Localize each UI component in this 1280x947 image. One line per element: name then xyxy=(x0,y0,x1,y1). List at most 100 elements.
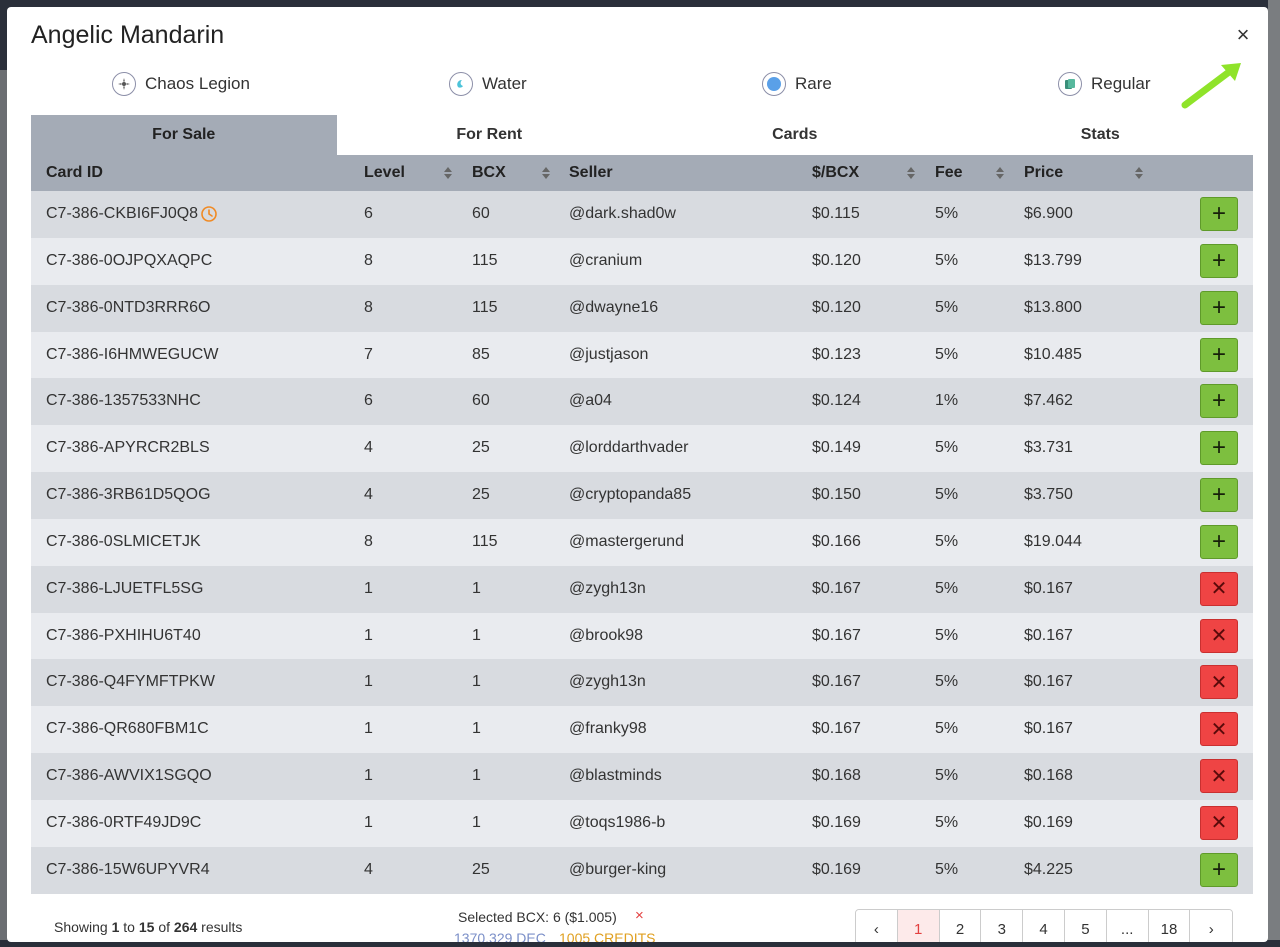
seller-cell-text: @dwayne16 xyxy=(569,298,659,316)
results-suffix: results xyxy=(197,919,243,935)
card-id-cell: C7-386-1357533NHC xyxy=(46,378,201,425)
add-to-cart-button[interactable]: + xyxy=(1200,478,1238,513)
seller-cell-text: @lorddarthvader xyxy=(569,439,689,457)
fee-cell-text: 5% xyxy=(935,532,959,550)
close-icon: ✕ xyxy=(1210,671,1228,694)
add-to-cart-button[interactable]: + xyxy=(1200,290,1238,325)
level-cell-text: 1 xyxy=(364,720,373,738)
remove-from-cart-button[interactable]: ✕ xyxy=(1200,805,1238,840)
seller-cell[interactable]: @justjason xyxy=(569,332,648,379)
level-cell-text: 1 xyxy=(364,673,373,691)
column-header-seller[interactable]: Seller xyxy=(569,155,613,191)
price-cell-text: $19.044 xyxy=(1024,532,1082,550)
price-cell: $4.225 xyxy=(1024,847,1073,894)
seller-cell[interactable]: @cranium xyxy=(569,238,642,285)
per-bcx-cell-text: $0.167 xyxy=(812,673,861,691)
sort-per-bcx-icon[interactable] xyxy=(906,166,916,180)
column-header-bcx[interactable]: BCX xyxy=(472,155,506,191)
seller-cell[interactable]: @zygh13n xyxy=(569,659,646,706)
seller-cell-text: @toqs1986-b xyxy=(569,813,666,831)
add-to-cart-button[interactable]: + xyxy=(1200,384,1238,419)
close-icon: ✕ xyxy=(1210,578,1228,601)
tab-for-rent[interactable]: For Rent xyxy=(337,115,643,155)
pagination-page-ellipsis[interactable]: ... xyxy=(1106,910,1149,942)
results-of-word: of xyxy=(154,919,174,935)
clear-selection-button[interactable]: × xyxy=(635,907,644,924)
bcx-cell: 1 xyxy=(472,800,481,847)
tab-stats[interactable]: Stats xyxy=(948,115,1254,155)
tab-cards[interactable]: Cards xyxy=(642,115,948,155)
remove-from-cart-button[interactable]: ✕ xyxy=(1200,712,1238,747)
seller-cell[interactable]: @franky98 xyxy=(569,706,647,753)
per-bcx-cell-text: $0.150 xyxy=(812,486,861,504)
remove-from-cart-button[interactable]: ✕ xyxy=(1200,571,1238,606)
price-cell-text: $7.462 xyxy=(1024,392,1073,410)
price-cell: $0.167 xyxy=(1024,659,1073,706)
seller-cell[interactable]: @dwayne16 xyxy=(569,285,658,332)
seller-cell[interactable]: @cryptopanda85 xyxy=(569,472,691,519)
pagination-page-2[interactable]: 2 xyxy=(939,910,982,942)
price-cell-text: $6.900 xyxy=(1024,205,1073,222)
fee-cell: 1% xyxy=(935,378,958,425)
sort-bcx-icon[interactable] xyxy=(541,166,551,180)
column-header-card-id[interactable]: Card ID xyxy=(46,155,103,191)
level-cell: 4 xyxy=(364,472,373,519)
card-id-cell-text: C7-386-0OJPQXAQPC xyxy=(46,251,213,269)
seller-cell[interactable]: @brook98 xyxy=(569,613,643,660)
column-header-level[interactable]: Level xyxy=(364,155,405,191)
add-to-cart-button[interactable]: + xyxy=(1200,337,1238,372)
remove-from-cart-button[interactable]: ✕ xyxy=(1200,759,1238,794)
add-to-cart-button[interactable]: + xyxy=(1200,852,1238,887)
tab-for-sale[interactable]: For Sale xyxy=(31,115,337,155)
add-to-cart-button[interactable]: + xyxy=(1200,524,1238,559)
fee-cell-text: 5% xyxy=(935,579,959,597)
column-header-per-bcx[interactable]: $/BCX xyxy=(812,155,859,191)
column-header-fee[interactable]: Fee xyxy=(935,155,963,191)
add-to-cart-button[interactable]: + xyxy=(1200,243,1238,278)
seller-cell[interactable]: @lorddarthvader xyxy=(569,425,688,472)
per-bcx-cell: $0.167 xyxy=(812,613,861,660)
seller-cell[interactable]: @blastminds xyxy=(569,753,662,800)
seller-cell[interactable]: @dark.shad0w xyxy=(569,191,676,238)
remove-from-cart-button[interactable]: ✕ xyxy=(1200,618,1238,653)
price-cell: $0.167 xyxy=(1024,706,1073,753)
fee-cell: 5% xyxy=(935,706,958,753)
seller-cell[interactable]: @zygh13n xyxy=(569,566,646,613)
add-to-cart-button[interactable]: + xyxy=(1200,431,1238,466)
plus-icon: + xyxy=(1211,855,1226,883)
close-button[interactable]: × xyxy=(1231,23,1255,47)
seller-cell[interactable]: @mastergerund xyxy=(569,519,684,566)
column-header-price[interactable]: Price xyxy=(1024,155,1063,191)
bcx-cell: 1 xyxy=(472,753,481,800)
per-bcx-cell: $0.149 xyxy=(812,425,861,472)
results-to-word: to xyxy=(119,919,139,935)
fee-cell-text: 5% xyxy=(935,626,959,644)
fee-cell: 5% xyxy=(935,425,958,472)
credits-balance: 1005 CREDITS xyxy=(559,930,656,942)
card-id-cell-text: C7-386-APYRCR2BLS xyxy=(46,439,210,457)
seller-cell[interactable]: @burger-king xyxy=(569,847,666,894)
pagination-page-3[interactable]: 3 xyxy=(981,910,1024,942)
seller-cell[interactable]: @a04 xyxy=(569,378,612,425)
fee-cell: 5% xyxy=(935,566,958,613)
bcx-cell-text: 115 xyxy=(472,251,498,269)
pagination-page-4[interactable]: 4 xyxy=(1023,910,1065,942)
sort-price-icon[interactable] xyxy=(1134,166,1144,180)
pagination-page-18[interactable]: 18 xyxy=(1148,910,1191,942)
fee-cell: 5% xyxy=(935,847,958,894)
add-to-cart-button[interactable]: + xyxy=(1200,197,1238,231)
price-cell: $0.169 xyxy=(1024,800,1073,847)
card-id-cell-text: C7-386-QR680FBM1C xyxy=(46,720,209,738)
remove-from-cart-button[interactable]: ✕ xyxy=(1200,665,1238,700)
sort-level-icon[interactable] xyxy=(443,166,453,180)
results-total: 264 xyxy=(173,919,198,935)
background-scroll-strip xyxy=(1268,0,1280,947)
pagination-page-1[interactable]: 1 xyxy=(897,910,940,942)
level-cell-text: 4 xyxy=(364,486,373,504)
seller-cell[interactable]: @toqs1986-b xyxy=(569,800,665,847)
seller-cell-text: @blastminds xyxy=(569,767,662,785)
pagination-page-5[interactable]: 5 xyxy=(1064,910,1107,942)
pagination-next-button[interactable]: › xyxy=(1190,910,1233,942)
sort-fee-icon[interactable] xyxy=(995,166,1005,180)
pagination-prev-button[interactable]: ‹ xyxy=(856,910,898,942)
